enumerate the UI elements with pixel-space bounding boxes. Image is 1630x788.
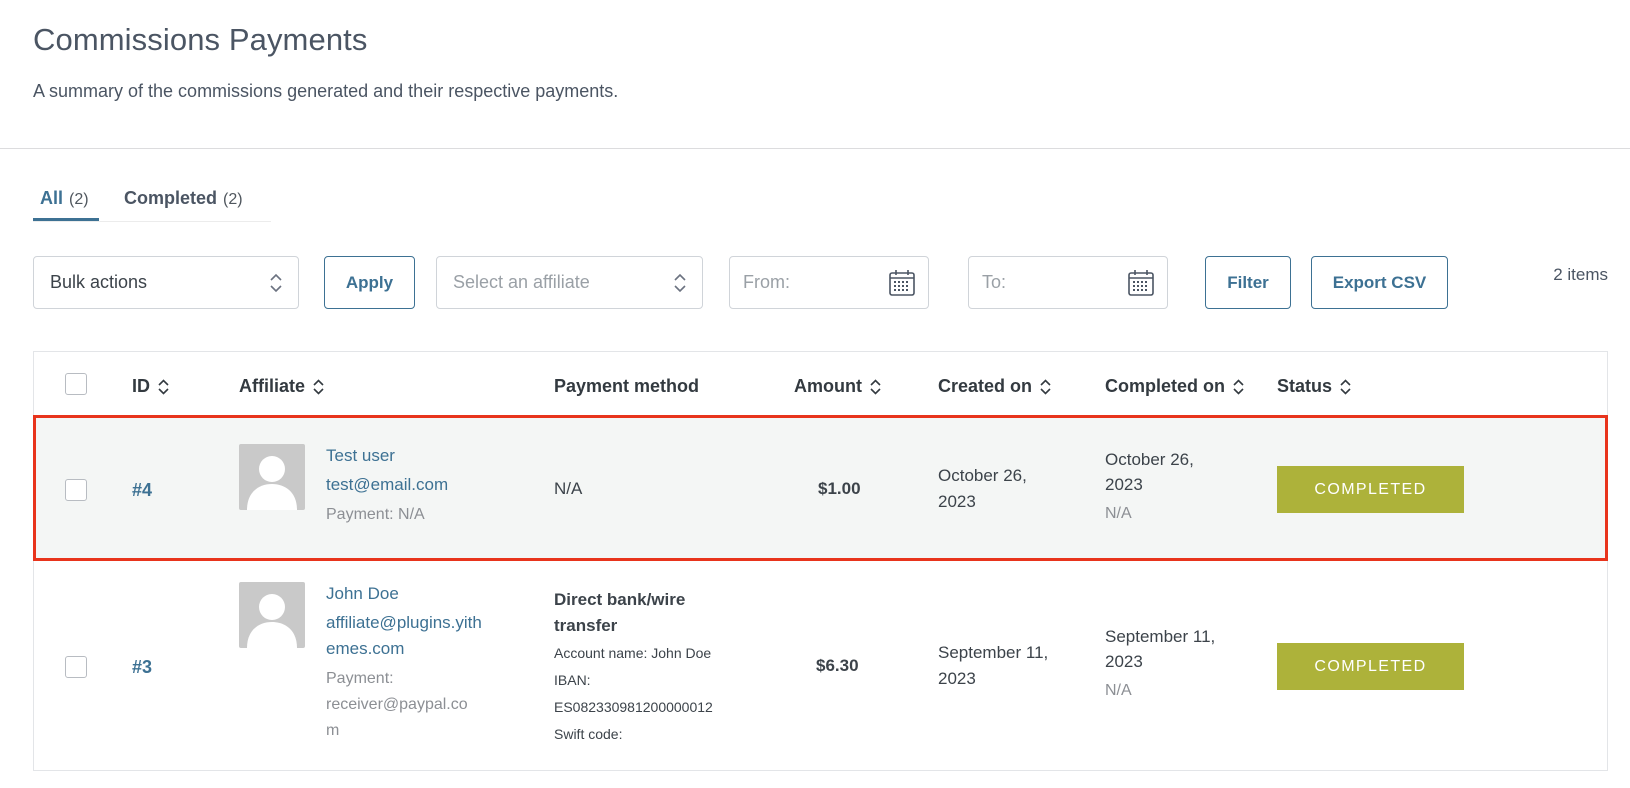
- tab-all[interactable]: All (2): [40, 188, 89, 209]
- to-date-placeholder: To:: [982, 272, 1007, 292]
- status-badge: COMPLETED: [1277, 466, 1464, 513]
- column-header-amount[interactable]: Amount: [794, 376, 881, 397]
- iban-label: IBAN:: [554, 672, 591, 688]
- sort-icon: [1040, 378, 1051, 395]
- calendar-icon[interactable]: [888, 269, 916, 297]
- column-header-affiliate[interactable]: Affiliate: [239, 376, 324, 397]
- column-header-status[interactable]: Status: [1277, 376, 1351, 397]
- sort-icon: [158, 378, 169, 395]
- affiliate-payment-email-line-2: m: [326, 722, 340, 739]
- row-checkbox[interactable]: [65, 479, 87, 501]
- column-header-payment-method-label: Payment method: [554, 376, 700, 396]
- created-on-date: September 11,: [938, 643, 1049, 662]
- tab-completed-label: Completed: [124, 188, 218, 208]
- completed-on-note: N/A: [1105, 682, 1132, 699]
- status-badge: COMPLETED: [1277, 643, 1464, 690]
- active-tab-indicator: [33, 218, 99, 221]
- payment-method: N/A: [554, 479, 583, 498]
- column-header-affiliate-label: Affiliate: [239, 376, 306, 396]
- column-header-id[interactable]: ID: [132, 376, 169, 397]
- avatar: [239, 582, 305, 648]
- column-header-id-label: ID: [132, 376, 150, 396]
- completed-on-date: October 26,: [1105, 450, 1194, 469]
- completed-on-note: N/A: [1105, 505, 1132, 522]
- completed-on-date: September 11,: [1105, 627, 1216, 646]
- account-name: Account name: John Doe: [554, 645, 712, 661]
- header-divider: [0, 148, 1630, 149]
- completed-on-year: 2023: [1105, 652, 1143, 671]
- column-header-completed-on-label: Completed on: [1105, 376, 1225, 396]
- swift-code: Swift code:: [554, 726, 623, 742]
- tab-completed-count: (2): [223, 191, 243, 208]
- sort-icon: [870, 378, 881, 395]
- export-csv-button[interactable]: Export CSV: [1311, 256, 1448, 309]
- apply-button[interactable]: Apply: [324, 256, 415, 309]
- items-count: 2 items: [1553, 265, 1608, 284]
- created-on-year: 2023: [938, 492, 976, 511]
- from-date-input[interactable]: From:: [729, 256, 929, 309]
- affiliate-name-link[interactable]: Test user: [326, 446, 395, 466]
- affiliate-select[interactable]: Select an affiliate: [436, 256, 703, 309]
- bulk-actions-select[interactable]: Bulk actions: [33, 256, 299, 309]
- sort-icon: [1340, 378, 1351, 395]
- column-header-amount-label: Amount: [794, 376, 862, 396]
- filter-button[interactable]: Filter: [1205, 256, 1291, 309]
- column-header-status-label: Status: [1277, 376, 1333, 396]
- page-title: Commissions Payments: [33, 22, 368, 57]
- payment-method-title-line-2: transfer: [554, 616, 618, 635]
- select-all-checkbox[interactable]: [65, 373, 87, 395]
- column-header-payment-method: Payment method: [554, 376, 699, 397]
- created-on-year: 2023: [938, 669, 976, 688]
- payment-method-title-line-1: Direct bank/wire: [554, 590, 686, 609]
- affiliate-select-placeholder: Select an affiliate: [453, 272, 590, 292]
- status-tabs: All (2) Completed (2): [33, 178, 271, 222]
- tab-all-count: (2): [69, 191, 89, 208]
- affiliate-payment-email: Payment: N/A: [326, 506, 425, 523]
- chevron-up-down-icon: [270, 273, 282, 293]
- commission-id-link[interactable]: #4: [132, 480, 152, 501]
- calendar-icon[interactable]: [1127, 269, 1155, 297]
- amount: $1.00: [818, 479, 861, 498]
- sort-icon: [313, 378, 324, 395]
- affiliate-email-link[interactable]: test@email.com: [326, 472, 448, 498]
- tab-completed[interactable]: Completed (2): [124, 188, 243, 209]
- affiliate-payment-email-line-1: receiver@paypal.co: [326, 696, 468, 713]
- commissions-payments-page: Commissions Payments A summary of the co…: [0, 0, 1630, 788]
- tab-all-label: All: [40, 188, 64, 208]
- column-header-created-on-label: Created on: [938, 376, 1033, 396]
- affiliate-name-link[interactable]: John Doe: [326, 584, 399, 604]
- completed-on-year: 2023: [1105, 475, 1143, 494]
- avatar: [239, 444, 305, 510]
- to-date-input[interactable]: To:: [968, 256, 1168, 309]
- commissions-table: ID Affiliate Payment method Amount Creat…: [33, 351, 1608, 771]
- iban-value: ES082330981200000012: [554, 699, 713, 715]
- chevron-up-down-icon: [674, 273, 686, 293]
- row-checkbox[interactable]: [65, 656, 87, 678]
- affiliate-payment-label: Payment:: [326, 670, 394, 687]
- amount: $6.30: [816, 656, 859, 675]
- affiliate-email-link-line-1[interactable]: affiliate@plugins.yith: [326, 610, 482, 636]
- bulk-actions-value: Bulk actions: [50, 272, 148, 292]
- from-date-placeholder: From:: [743, 272, 790, 292]
- commission-id-link[interactable]: #3: [132, 657, 152, 678]
- affiliate-email-link-line-2[interactable]: emes.com: [326, 636, 404, 662]
- page-description: A summary of the commissions generated a…: [33, 81, 619, 101]
- column-header-created-on[interactable]: Created on: [938, 376, 1051, 397]
- created-on-date: October 26,: [938, 466, 1027, 485]
- column-header-completed-on[interactable]: Completed on: [1105, 376, 1244, 397]
- sort-icon: [1233, 378, 1244, 395]
- user-silhouette-icon: [247, 456, 297, 510]
- user-silhouette-icon: [247, 594, 297, 648]
